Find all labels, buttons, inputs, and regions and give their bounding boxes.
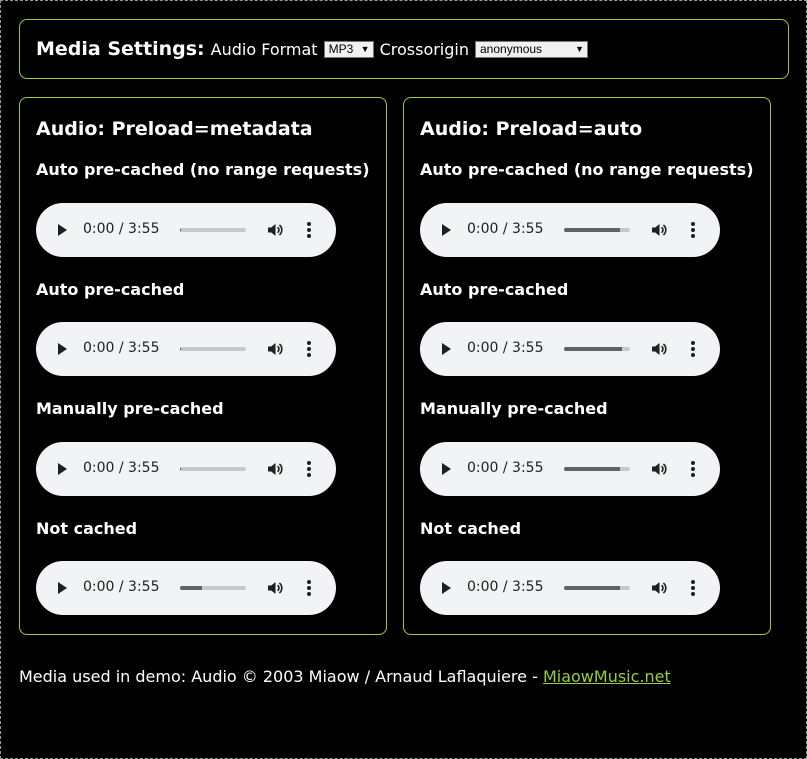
crossorigin-select[interactable]: anonymous ▼: [475, 40, 588, 58]
section-title-auto-precached: Auto pre-cached: [36, 280, 185, 299]
play-icon[interactable]: [442, 582, 451, 594]
panel-title: Audio: Preload=metadata: [36, 118, 313, 140]
play-icon[interactable]: [58, 582, 67, 594]
dropdown-arrow-icon: ▼: [360, 44, 370, 54]
crossorigin-label: Crossorigin: [379, 39, 469, 59]
more-options-icon[interactable]: [306, 461, 312, 477]
audio-player-auto-precached-no-range[interactable]: 0:00 / 3:55: [36, 203, 336, 257]
buffered-bar: [564, 347, 623, 351]
play-icon[interactable]: [58, 463, 67, 475]
section-title-not-cached: Not cached: [36, 519, 138, 538]
volume-icon[interactable]: [268, 223, 284, 237]
volume-icon[interactable]: [268, 462, 284, 476]
buffered-bar: [564, 467, 621, 471]
audio-player-auto-precached-no-range[interactable]: 0:00 / 3:55: [420, 203, 720, 257]
time-display: 0:00 / 3:55: [467, 221, 544, 237]
play-icon[interactable]: [442, 343, 451, 355]
volume-icon[interactable]: [268, 342, 284, 356]
more-options-icon[interactable]: [306, 580, 312, 596]
footer-text: Media used in demo: Audio © 2003 Miaow /…: [19, 667, 543, 686]
more-options-icon[interactable]: [690, 461, 696, 477]
buffered-bar: [564, 586, 621, 590]
audio-player-auto-precached[interactable]: 0:00 / 3:55: [420, 322, 720, 376]
audio-player-manually-precached[interactable]: 0:00 / 3:55: [420, 442, 720, 496]
volume-icon[interactable]: [652, 581, 668, 595]
audio-player-manually-precached[interactable]: 0:00 / 3:55: [36, 442, 336, 496]
seek-slider[interactable]: [564, 586, 630, 590]
settings-heading: Media Settings:: [36, 38, 205, 60]
audio-format-value: MP3: [328, 42, 354, 56]
seek-slider[interactable]: [564, 347, 630, 351]
more-options-icon[interactable]: [690, 222, 696, 238]
time-display: 0:00 / 3:55: [83, 579, 160, 595]
time-display: 0:00 / 3:55: [83, 340, 160, 356]
time-display: 0:00 / 3:55: [83, 221, 160, 237]
seek-slider[interactable]: [180, 467, 246, 471]
buffered-bar: [564, 228, 621, 232]
time-display: 0:00 / 3:55: [467, 340, 544, 356]
play-icon[interactable]: [442, 224, 451, 236]
miaowmusic-link[interactable]: MiaowMusic.net: [543, 667, 671, 686]
audio-format-label: Audio Format: [210, 39, 318, 59]
more-options-icon[interactable]: [306, 222, 312, 238]
buffered-bar: [180, 586, 202, 590]
dropdown-arrow-icon: ▼: [575, 44, 584, 54]
seek-slider[interactable]: [180, 586, 246, 590]
volume-icon[interactable]: [268, 581, 284, 595]
buffered-bar: [180, 347, 182, 351]
crossorigin-value: anonymous: [480, 42, 543, 56]
more-options-icon[interactable]: [690, 580, 696, 596]
section-title-auto-precached: Auto pre-cached: [420, 280, 569, 299]
more-options-icon[interactable]: [690, 341, 696, 357]
volume-icon[interactable]: [652, 342, 668, 356]
seek-slider[interactable]: [564, 467, 630, 471]
audio-player-not-cached[interactable]: 0:00 / 3:55: [420, 561, 720, 615]
play-icon[interactable]: [58, 343, 67, 355]
media-settings-bar: Media Settings: Audio Format MP3 ▼ Cross…: [19, 19, 789, 79]
section-title-auto-precached-no-range: Auto pre-cached (no range requests): [420, 160, 754, 179]
panel-preload-metadata: Audio: Preload=metadata Auto pre-cached …: [19, 97, 387, 635]
section-title-not-cached: Not cached: [420, 519, 522, 538]
time-display: 0:00 / 3:55: [467, 460, 544, 476]
seek-slider[interactable]: [180, 347, 246, 351]
play-icon[interactable]: [442, 463, 451, 475]
time-display: 0:00 / 3:55: [83, 460, 160, 476]
play-icon[interactable]: [58, 224, 67, 236]
buffered-bar: [180, 228, 182, 232]
audio-player-auto-precached[interactable]: 0:00 / 3:55: [36, 322, 336, 376]
volume-icon[interactable]: [652, 223, 668, 237]
seek-slider[interactable]: [564, 228, 630, 232]
panel-title: Audio: Preload=auto: [420, 118, 643, 140]
section-title-manually-precached: Manually pre-cached: [420, 399, 608, 418]
section-title-auto-precached-no-range: Auto pre-cached (no range requests): [36, 160, 370, 179]
footer-credit: Media used in demo: Audio © 2003 Miaow /…: [19, 667, 671, 686]
more-options-icon[interactable]: [306, 341, 312, 357]
buffered-bar: [180, 467, 182, 471]
seek-slider[interactable]: [180, 228, 246, 232]
panel-preload-auto: Audio: Preload=auto Auto pre-cached (no …: [403, 97, 771, 635]
section-title-manually-precached: Manually pre-cached: [36, 399, 224, 418]
audio-player-not-cached[interactable]: 0:00 / 3:55: [36, 561, 336, 615]
audio-format-select[interactable]: MP3 ▼: [323, 40, 374, 58]
time-display: 0:00 / 3:55: [467, 579, 544, 595]
volume-icon[interactable]: [652, 462, 668, 476]
